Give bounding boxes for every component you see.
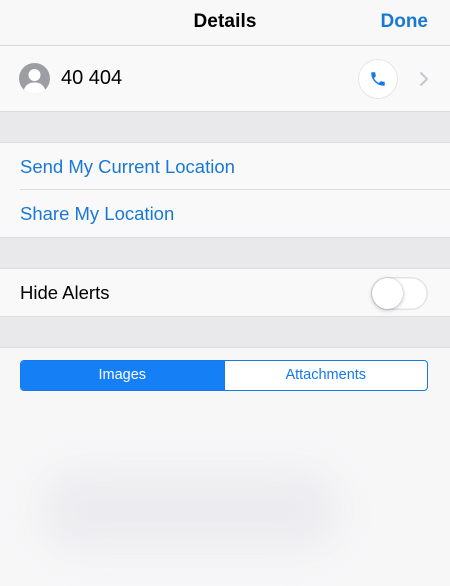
hide-alerts-label: Hide Alerts (20, 282, 110, 303)
call-button[interactable] (358, 59, 398, 99)
contact-name: 40 404 (61, 67, 123, 89)
details-screen: Details Done 40 404 Send My Current Loca… (0, 0, 450, 586)
blurred-background (40, 470, 340, 550)
contact-row[interactable]: 40 404 (0, 46, 450, 111)
done-button[interactable]: Done (381, 11, 429, 33)
person-silhouette-icon (19, 63, 50, 94)
navigation-bar: Details Done (0, 0, 450, 46)
toggle-knob (372, 278, 403, 309)
media-segmented-control: Images Attachments (20, 360, 428, 391)
phone-icon (371, 72, 385, 86)
segment-images[interactable]: Images (21, 361, 224, 390)
hide-alerts-cell: Hide Alerts (0, 269, 450, 316)
share-location-cell[interactable]: Share My Location (0, 190, 450, 237)
group-separator (0, 237, 450, 269)
segment-attachments[interactable]: Attachments (223, 361, 428, 390)
hide-alerts-toggle[interactable] (371, 277, 428, 310)
group-separator (0, 316, 450, 348)
share-location-link[interactable]: Share My Location (20, 203, 174, 225)
group-separator (0, 111, 450, 143)
send-current-location-link[interactable]: Send My Current Location (20, 156, 235, 178)
send-current-location-cell[interactable]: Send My Current Location (0, 143, 450, 190)
chevron-right-icon[interactable] (417, 70, 431, 88)
